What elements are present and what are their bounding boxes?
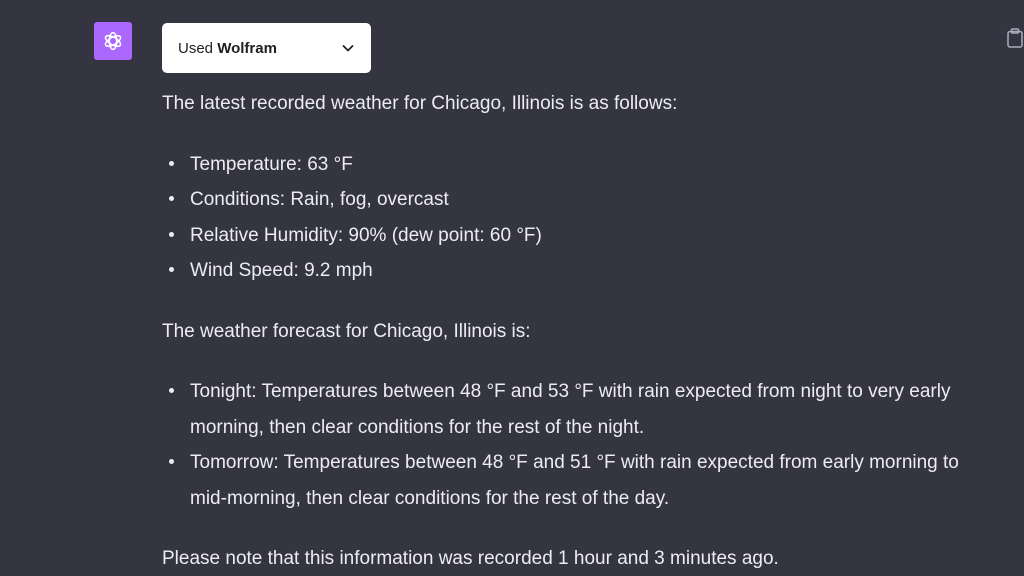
clipboard-icon[interactable] <box>1006 28 1024 48</box>
message-intro: The latest recorded weather for Chicago,… <box>162 93 678 114</box>
chevron-down-icon <box>342 45 354 52</box>
plugin-used-label: Used Wolfram <box>178 39 277 57</box>
plugin-used-dropdown[interactable]: Used Wolfram <box>162 23 371 73</box>
list-item: Temperature: 63 °F <box>162 147 992 183</box>
list-item: Conditions: Rain, fog, overcast <box>162 182 992 218</box>
openai-logo-icon <box>104 31 122 51</box>
list-item: Tomorrow: Temperatures between 48 °F and… <box>162 445 992 516</box>
message-note: Please note that this information was re… <box>162 548 779 569</box>
forecast-list: Tonight: Temperatures between 48 °F and … <box>162 374 992 516</box>
list-item: Relative Humidity: 90% (dew point: 60 °F… <box>162 218 992 254</box>
assistant-avatar <box>94 22 132 60</box>
list-item: Wind Speed: 9.2 mph <box>162 253 992 289</box>
current-weather-list: Temperature: 63 °F Conditions: Rain, fog… <box>162 147 992 289</box>
list-item: Tonight: Temperatures between 48 °F and … <box>162 374 992 445</box>
assistant-message: The latest recorded weather for Chicago,… <box>162 86 992 576</box>
forecast-intro: The weather forecast for Chicago, Illino… <box>162 320 531 342</box>
plugin-name: Wolfram <box>217 39 277 57</box>
